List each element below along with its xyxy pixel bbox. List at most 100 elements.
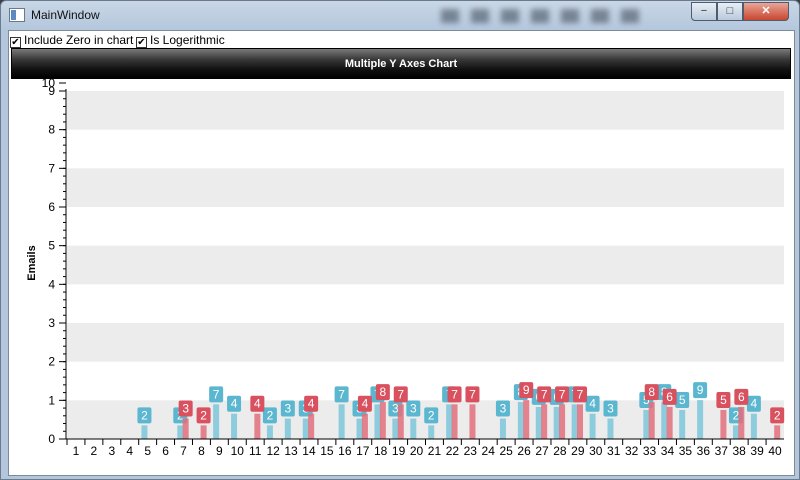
- bar: [738, 406, 745, 439]
- x-tick-label: 32: [625, 444, 639, 458]
- bar: [732, 425, 739, 439]
- bar: [679, 409, 686, 439]
- bar-value-label: 4: [751, 397, 758, 411]
- x-tick-label: 33: [643, 444, 657, 458]
- bar-value-label: 8: [379, 385, 386, 399]
- bar: [397, 404, 404, 439]
- bar: [451, 404, 458, 439]
- grid-band: [67, 323, 784, 362]
- x-tick-label: 39: [750, 444, 764, 458]
- bar: [302, 418, 309, 439]
- x-tick-label: 36: [697, 444, 711, 458]
- main-window: MainWindow − □ ✕ ✔ Include Zero in chart …: [0, 0, 800, 480]
- x-tick-label: 15: [320, 444, 334, 458]
- bar-value-label: 5: [679, 393, 686, 407]
- bar: [374, 404, 381, 439]
- bar-value-label: 7: [451, 387, 458, 401]
- x-tick-label: 1: [73, 444, 80, 458]
- chart-plot-area: 012345678910 227423373733273866743585924…: [26, 76, 785, 458]
- x-tick-label: 2: [91, 444, 98, 458]
- bar: [308, 413, 315, 439]
- x-tick-label: 3: [108, 444, 115, 458]
- x-tick-label: 23: [464, 444, 478, 458]
- bar: [553, 406, 560, 439]
- y-tick-label: 2: [48, 355, 55, 369]
- bar: [361, 413, 368, 439]
- bar-value-label: 9: [697, 383, 704, 397]
- bar: [643, 409, 650, 439]
- chart-title-bar: Multiple Y Axes Chart: [11, 48, 791, 79]
- bar: [392, 418, 399, 439]
- y-tick-label: 3: [48, 316, 55, 330]
- bar-value-label: 2: [141, 408, 148, 422]
- bar-value-label: 7: [541, 387, 548, 401]
- x-tick-label: 40: [768, 444, 782, 458]
- bar: [200, 425, 207, 439]
- bar-value-label: 8: [648, 385, 655, 399]
- bar-value-label: 7: [577, 387, 584, 401]
- bar-value-label: 7: [338, 387, 345, 401]
- bar: [469, 404, 476, 439]
- y-axis: 012345678910: [42, 76, 67, 446]
- y-tick-label: 8: [48, 123, 55, 137]
- x-tick-label: 30: [589, 444, 603, 458]
- x-tick-label: 4: [126, 444, 133, 458]
- x-tick-label: 31: [607, 444, 621, 458]
- bar: [141, 425, 148, 439]
- x-tick-label: 24: [482, 444, 496, 458]
- x-tick-label: 26: [517, 444, 531, 458]
- x-tick-label: 10: [231, 444, 245, 458]
- bar: [177, 425, 184, 439]
- bar: [589, 413, 596, 439]
- x-axis: 1 2 3 4 5 6 7 8 9 10 11 12 13 14 15 16 17 18 19 20 21 22 23 24 2…: [66, 438, 784, 458]
- bar: [410, 418, 417, 439]
- bar-value-label: 4: [589, 397, 596, 411]
- bar: [266, 425, 273, 439]
- bar-value-label: 9: [523, 383, 530, 397]
- x-tick-label: 27: [535, 444, 549, 458]
- bar-value-label: 2: [200, 408, 207, 422]
- grid-band: [67, 245, 784, 285]
- bar: [517, 402, 524, 439]
- x-tick-label: 19: [392, 444, 406, 458]
- x-tick-label: 34: [661, 444, 675, 458]
- bar-value-label: 4: [362, 397, 369, 411]
- bar: [535, 406, 542, 439]
- window-client-area: ✔ Include Zero in chart ✔ Is Logerithmic 0…: [8, 30, 795, 476]
- x-tick-label: 37: [715, 444, 729, 458]
- bar: [338, 404, 345, 439]
- bar: [499, 418, 506, 439]
- bar-value-label: 5: [720, 393, 727, 407]
- bar-value-label: 3: [284, 402, 291, 416]
- bar: [607, 418, 614, 439]
- x-tick-label: 35: [679, 444, 693, 458]
- bar: [428, 425, 435, 439]
- x-tick-label: 18: [374, 444, 388, 458]
- bar-value-label: 2: [428, 408, 435, 422]
- bar-value-label: 2: [774, 408, 781, 422]
- y-tick-label: 6: [48, 200, 55, 214]
- bar: [231, 413, 238, 439]
- bar: [254, 413, 261, 439]
- bar: [661, 402, 668, 439]
- y-axis-title: Emails: [26, 245, 38, 280]
- bar: [648, 402, 655, 439]
- bar: [571, 404, 578, 439]
- bar: [774, 425, 781, 439]
- bar: [523, 400, 530, 439]
- close-button[interactable]: ✕: [743, 2, 789, 21]
- x-tick-label: 11: [249, 444, 262, 458]
- y-tick-label: 5: [48, 239, 55, 253]
- x-tick-label: 14: [302, 444, 316, 458]
- bar-value-label: 4: [231, 397, 238, 411]
- title-bar[interactable]: MainWindow − □ ✕: [1, 1, 799, 30]
- grid-bands: [67, 91, 784, 439]
- x-tick-label: 12: [266, 444, 280, 458]
- bar: [697, 400, 704, 439]
- maximize-button[interactable]: □: [717, 2, 743, 21]
- bar: [541, 404, 548, 439]
- bar-value-label: 7: [397, 387, 404, 401]
- minimize-button[interactable]: −: [691, 2, 717, 21]
- x-tick-label: 38: [733, 444, 747, 458]
- bar: [379, 402, 386, 439]
